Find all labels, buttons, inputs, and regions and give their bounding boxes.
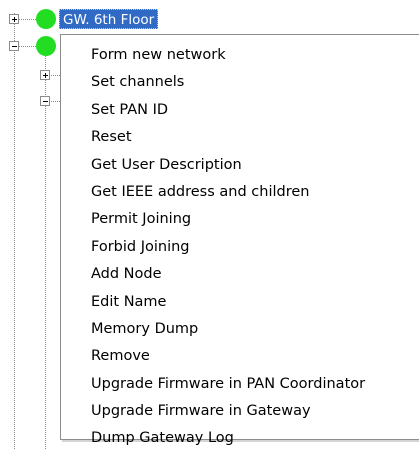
collapse-toggle-minus-icon[interactable] <box>40 96 50 106</box>
menu-item-permit-joining[interactable]: Permit Joining <box>61 206 419 233</box>
menu-item-forbid-joining[interactable]: Forbid Joining <box>61 234 419 261</box>
context-menu-list: Form new network Set channels Set PAN ID… <box>61 35 419 453</box>
context-menu: Form new network Set channels Set PAN ID… <box>60 34 419 446</box>
expand-toggle-plus-icon[interactable] <box>9 14 19 24</box>
menu-item-reset[interactable]: Reset <box>61 124 419 151</box>
menu-item-set-channels[interactable]: Set channels <box>61 69 419 96</box>
menu-item-edit-name[interactable]: Edit Name <box>61 289 419 316</box>
expand-toggle-plus-icon[interactable] <box>40 70 50 80</box>
menu-item-get-user-description[interactable]: Get User Description <box>61 152 419 179</box>
menu-item-get-ieee-address[interactable]: Get IEEE address and children <box>61 179 419 206</box>
menu-item-remove[interactable]: Remove <box>61 343 419 370</box>
menu-item-form-new-network[interactable]: Form new network <box>61 42 419 69</box>
menu-item-set-pan-id[interactable]: Set PAN ID <box>61 97 419 124</box>
menu-item-upgrade-firmware-gateway[interactable]: Upgrade Firmware in Gateway <box>61 398 419 425</box>
online-status-icon <box>36 36 56 56</box>
collapse-toggle-minus-icon[interactable] <box>9 41 19 51</box>
online-status-icon <box>36 9 56 29</box>
tree-node-label[interactable]: GW. 6th Floor <box>59 9 159 29</box>
tree-line-child <box>45 56 46 449</box>
menu-item-upgrade-firmware-pan-coordinator[interactable]: Upgrade Firmware in PAN Coordinator <box>61 371 419 398</box>
tree-line-root <box>14 13 15 449</box>
menu-item-memory-dump[interactable]: Memory Dump <box>61 316 419 343</box>
menu-item-add-node[interactable]: Add Node <box>61 261 419 288</box>
